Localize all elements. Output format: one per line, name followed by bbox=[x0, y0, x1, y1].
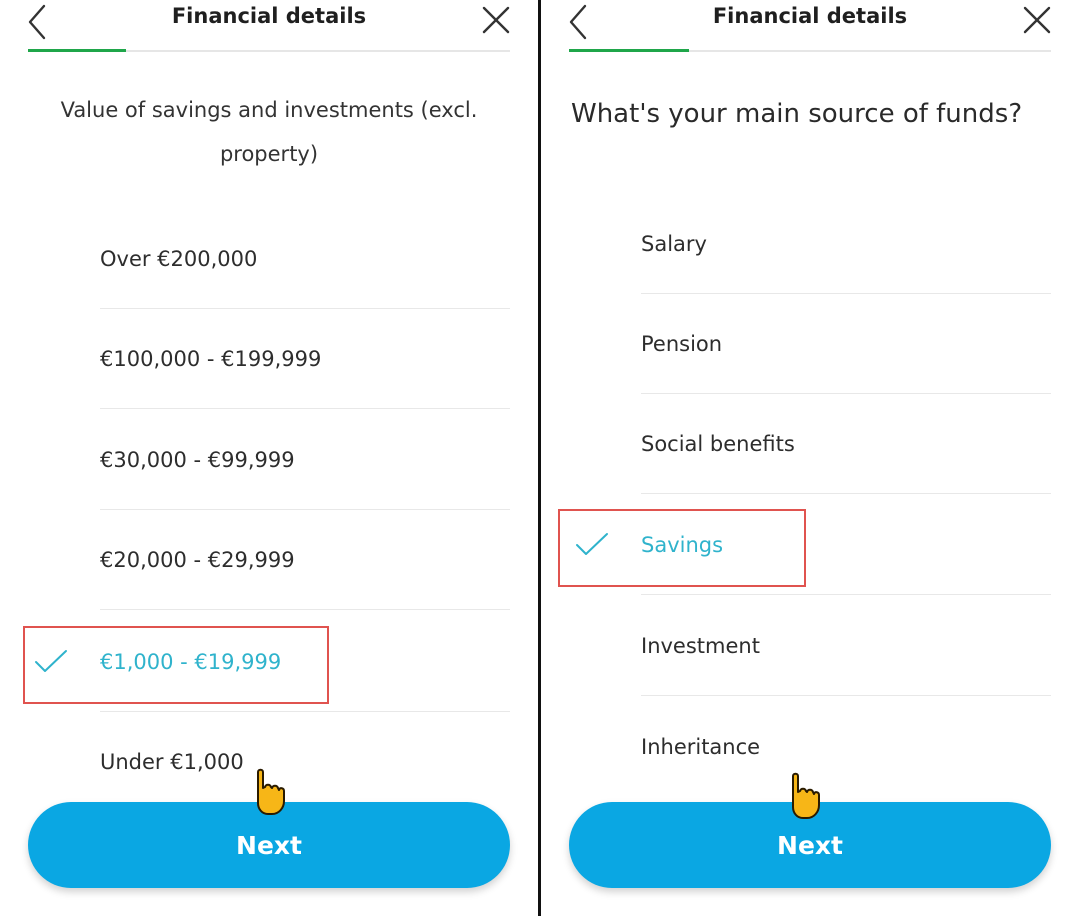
option-30000-99999[interactable]: €30,000 - €99,999 bbox=[100, 410, 510, 510]
financial-details-screen-source: Financial details What's your main sourc… bbox=[541, 0, 1079, 916]
question-text: What's your main source of funds? bbox=[571, 99, 1023, 129]
next-button[interactable]: Next bbox=[28, 802, 510, 888]
option-1000-19999[interactable]: €1,000 - €19,999 bbox=[35, 612, 510, 712]
divider bbox=[641, 695, 1051, 696]
header: Financial details bbox=[541, 0, 1079, 50]
checkmark-icon bbox=[35, 650, 67, 672]
question-text: Value of savings and investments (excl. … bbox=[60, 98, 478, 166]
divider bbox=[100, 609, 510, 610]
option-pension[interactable]: Pension bbox=[641, 294, 1051, 394]
divider bbox=[641, 594, 1051, 595]
option-inheritance[interactable]: Inheritance bbox=[641, 697, 1051, 797]
checkmark-icon bbox=[576, 533, 608, 555]
option-label: €1,000 - €19,999 bbox=[100, 650, 282, 674]
progress-fill bbox=[569, 49, 689, 52]
option-label: Social benefits bbox=[641, 432, 795, 456]
option-investment[interactable]: Investment bbox=[641, 596, 1051, 696]
option-100000-199999[interactable]: €100,000 - €199,999 bbox=[100, 309, 510, 409]
option-label: Salary bbox=[641, 232, 707, 256]
close-icon[interactable] bbox=[478, 2, 514, 38]
option-under-1000[interactable]: Under €1,000 bbox=[100, 712, 510, 812]
header: Financial details bbox=[0, 0, 538, 50]
option-label: €100,000 - €199,999 bbox=[100, 347, 322, 371]
page-title: Financial details bbox=[171, 4, 367, 28]
progress-bar bbox=[28, 49, 510, 52]
option-20000-29999[interactable]: €20,000 - €29,999 bbox=[100, 510, 510, 610]
option-savings[interactable]: Savings bbox=[576, 495, 1051, 595]
progress-fill bbox=[28, 49, 126, 52]
option-label: Pension bbox=[641, 332, 723, 356]
option-label: Over €200,000 bbox=[100, 247, 258, 271]
close-icon[interactable] bbox=[1019, 2, 1055, 38]
option-over-200000[interactable]: Over €200,000 bbox=[100, 209, 510, 309]
option-label: €20,000 - €29,999 bbox=[100, 548, 295, 572]
page-title: Financial details bbox=[712, 4, 908, 28]
progress-bar bbox=[569, 49, 1051, 52]
option-salary[interactable]: Salary bbox=[641, 194, 1051, 294]
option-label: Inheritance bbox=[641, 735, 761, 759]
option-social-benefits[interactable]: Social benefits bbox=[641, 394, 1051, 494]
option-label: Investment bbox=[641, 634, 760, 658]
option-label: Under €1,000 bbox=[100, 750, 244, 774]
next-button[interactable]: Next bbox=[569, 802, 1051, 888]
option-label: €30,000 - €99,999 bbox=[100, 448, 295, 472]
option-label: Savings bbox=[641, 533, 724, 557]
divider bbox=[641, 493, 1051, 494]
financial-details-screen-value: Financial details Value of savings and i… bbox=[0, 0, 538, 916]
divider bbox=[100, 408, 510, 409]
